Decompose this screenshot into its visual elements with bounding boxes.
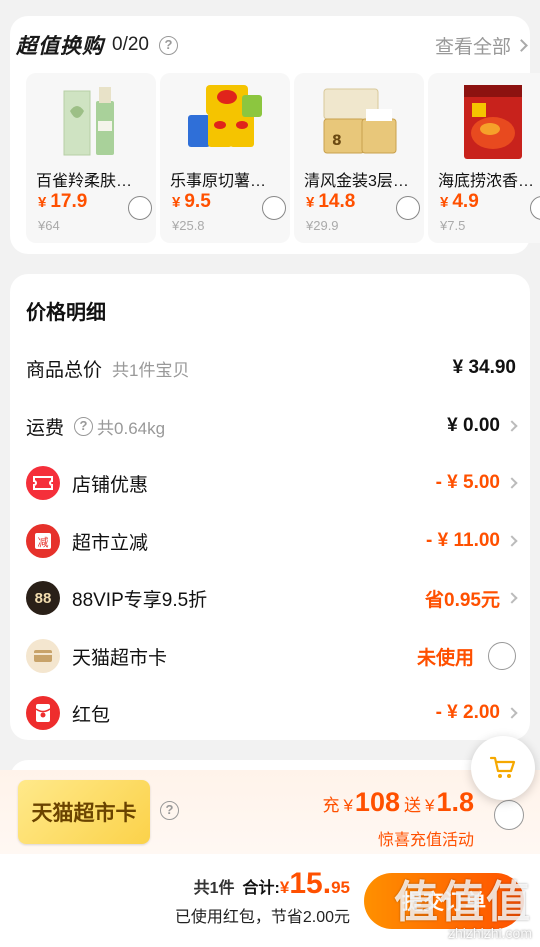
chevron-right-icon <box>506 420 518 432</box>
market-discount-label: 超市立减 <box>72 532 149 554</box>
recharge-prefix: 充 <box>322 796 340 815</box>
chevron-right-icon <box>506 707 518 719</box>
coupon-ticket-icon <box>26 466 60 500</box>
chevron-right-icon <box>506 477 518 489</box>
help-icon[interactable]: ? <box>160 801 179 820</box>
product-name: 百雀羚柔肤… <box>36 173 133 190</box>
recharge-activity: 惊喜充值活动 <box>377 832 474 849</box>
shipping-label: 运费 <box>26 417 65 439</box>
recharge-radio[interactable] <box>494 800 524 830</box>
product-select-radio[interactable] <box>262 196 286 220</box>
deal-product-card[interactable]: 海底捞浓香… ¥4.9 ¥7.5 <box>428 73 540 243</box>
product-image <box>184 81 266 163</box>
product-original-price: ¥29.9 <box>306 218 339 233</box>
vip-discount-value: 省0.95元 <box>425 585 518 612</box>
tmall-card-value: 未使用 <box>417 642 516 670</box>
help-icon[interactable]: ? <box>158 35 178 55</box>
product-price: ¥4.9 <box>440 191 479 212</box>
cart-button[interactable] <box>471 736 535 800</box>
deal-product-card[interactable]: 乐事原切薯… ¥9.5 ¥25.8 <box>160 73 290 243</box>
card-icon <box>26 639 60 673</box>
product-original-price: ¥25.8 <box>172 218 205 233</box>
vip-88-icon: 88 <box>26 581 60 615</box>
view-all-label: 查看全部 <box>434 36 511 58</box>
order-total: 共1件 合计: ¥ 15. 95 <box>194 867 350 901</box>
redpacket-value: - ¥ 2.00 <box>436 702 518 724</box>
product-image <box>50 81 132 163</box>
redpacket-label: 红包 <box>72 704 111 726</box>
svg-text:8: 8 <box>332 133 342 149</box>
product-original-price: ¥64 <box>38 218 60 233</box>
row-redpacket[interactable]: 红包 - ¥ 2.00 <box>26 696 518 730</box>
shop-discount-value: - ¥ 5.00 <box>436 472 518 494</box>
deal-product-card[interactable]: 8 清风金装3层… ¥14.8 ¥29.9 <box>294 73 424 243</box>
product-name: 乐事原切薯… <box>170 173 267 190</box>
shipping-weight: 共0.64kg <box>97 418 166 438</box>
product-image: 8 <box>318 81 400 163</box>
chevron-right-icon <box>506 592 518 604</box>
recharge-gift-label: 送 <box>403 796 421 815</box>
row-shop-discount[interactable]: 店铺优惠 - ¥ 5.00 <box>26 466 518 500</box>
product-price: ¥17.9 <box>38 191 88 212</box>
row-vip-discount[interactable]: 88 88VIP专享9.5折 省0.95元 <box>26 581 518 615</box>
cart-icon <box>489 756 516 778</box>
reduction-tag-icon: 减 <box>26 524 60 558</box>
submit-order-button[interactable]: 提交订单 <box>364 873 524 929</box>
saved-note: 已使用红包，节省2.00元 <box>174 909 350 926</box>
chevron-right-icon <box>515 38 528 52</box>
vip-discount-label: 88VIP专享9.5折 <box>72 589 208 611</box>
row-total-price: 商品总价 共1件宝贝 ¥ 34.90 <box>26 351 516 385</box>
item-count: 共1件 <box>193 880 235 897</box>
product-image <box>452 81 534 163</box>
market-discount-value: - ¥ 11.00 <box>426 530 518 552</box>
red-packet-icon <box>26 696 60 730</box>
row-shipping[interactable]: 运费 ? 共0.64kg ¥ 0.00 <box>26 409 518 443</box>
view-all-link[interactable]: 查看全部 <box>434 32 528 59</box>
product-name: 清风金装3层… <box>304 173 409 190</box>
recharge-gift-currency: ¥ <box>424 796 435 815</box>
total-integer: 15. <box>289 867 332 900</box>
product-price: ¥14.8 <box>306 191 356 212</box>
total-label: 合计: <box>242 880 280 897</box>
chevron-right-icon <box>506 535 518 547</box>
deal-product-card[interactable]: 百雀羚柔肤… ¥17.9 ¥64 <box>26 73 156 243</box>
svg-text:减: 减 <box>38 536 49 549</box>
deals-title: 超值换购 <box>16 35 104 58</box>
product-name: 海底捞浓香… <box>438 173 535 190</box>
recharge-gift-amount: 1.8 <box>436 787 474 817</box>
shipping-value: ¥ 0.00 <box>447 415 518 437</box>
total-price-count: 共1件宝贝 <box>112 360 190 380</box>
row-market-discount[interactable]: 减 超市立减 - ¥ 11.00 <box>26 524 518 558</box>
shop-discount-label: 店铺优惠 <box>72 474 149 496</box>
tmall-card-radio[interactable] <box>488 642 516 670</box>
recharge-currency: ¥ <box>343 796 353 815</box>
row-tmall-card[interactable]: 天猫超市卡 未使用 <box>26 639 516 673</box>
deal-products: 百雀羚柔肤… ¥17.9 ¥64 乐事原切薯… ¥9.5 ¥25.8 8 清风金… <box>26 73 540 243</box>
tmall-card-label: 天猫超市卡 <box>72 647 168 669</box>
product-select-radio[interactable] <box>530 196 540 220</box>
recharge-offer: 充 ¥ 108 送 ¥ 1.8 <box>318 787 474 818</box>
recharge-amount: 108 <box>354 787 400 817</box>
help-icon[interactable]: ? <box>74 416 94 436</box>
product-original-price: ¥7.5 <box>440 218 466 233</box>
tmall-card-badge: 天猫超市卡 <box>18 780 150 844</box>
deals-header: 超值换购 0/20 ? 查看全部 <box>16 30 528 60</box>
total-price-label: 商品总价 <box>26 359 103 381</box>
product-select-radio[interactable] <box>396 196 420 220</box>
total-currency: ¥ <box>279 878 290 897</box>
total-price-value: ¥ 34.90 <box>452 357 516 378</box>
total-decimal: 95 <box>331 878 350 897</box>
product-price: ¥9.5 <box>172 191 211 212</box>
product-select-radio[interactable] <box>128 196 152 220</box>
price-detail-title: 价格明细 <box>26 302 106 324</box>
deals-count: 0/20 <box>112 34 149 55</box>
